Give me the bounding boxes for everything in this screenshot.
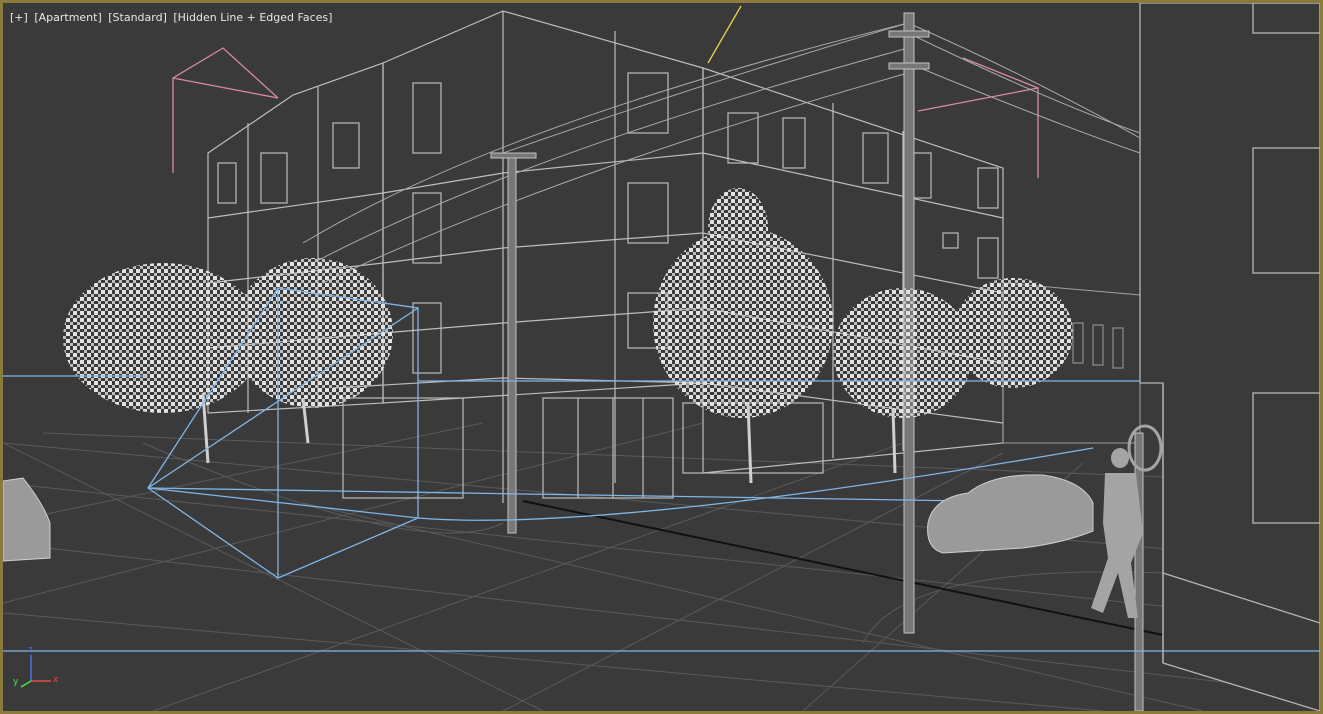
axis-x-label: x xyxy=(53,675,59,685)
viewport-camera-menu[interactable]: [Apartment] xyxy=(34,11,101,24)
tree-foliage xyxy=(63,188,1073,418)
target-line xyxy=(707,5,742,64)
building-wireframe xyxy=(207,10,1004,503)
axis-tripod-graphic xyxy=(20,655,51,688)
axis-tripod-icon: z x y xyxy=(13,645,63,691)
scene-wireframe[interactable] xyxy=(3,3,1320,711)
foreground-building xyxy=(1139,3,1320,711)
viewport-plus-menu[interactable]: [+] xyxy=(10,11,28,24)
viewport-label: [+] [Apartment] [Standard] [Hidden Line … xyxy=(10,11,335,24)
pedestrians xyxy=(1091,424,1163,618)
3d-viewport[interactable]: [+] [Apartment] [Standard] [Hidden Line … xyxy=(0,0,1323,714)
axis-z-label: z xyxy=(28,645,33,655)
viewport-style-menu[interactable]: [Hidden Line + Edged Faces] xyxy=(173,11,332,24)
car-left xyxy=(3,477,51,562)
car-right xyxy=(927,474,1094,554)
axis-y-label: y xyxy=(13,677,19,687)
viewport-shading-menu[interactable]: [Standard] xyxy=(108,11,167,24)
